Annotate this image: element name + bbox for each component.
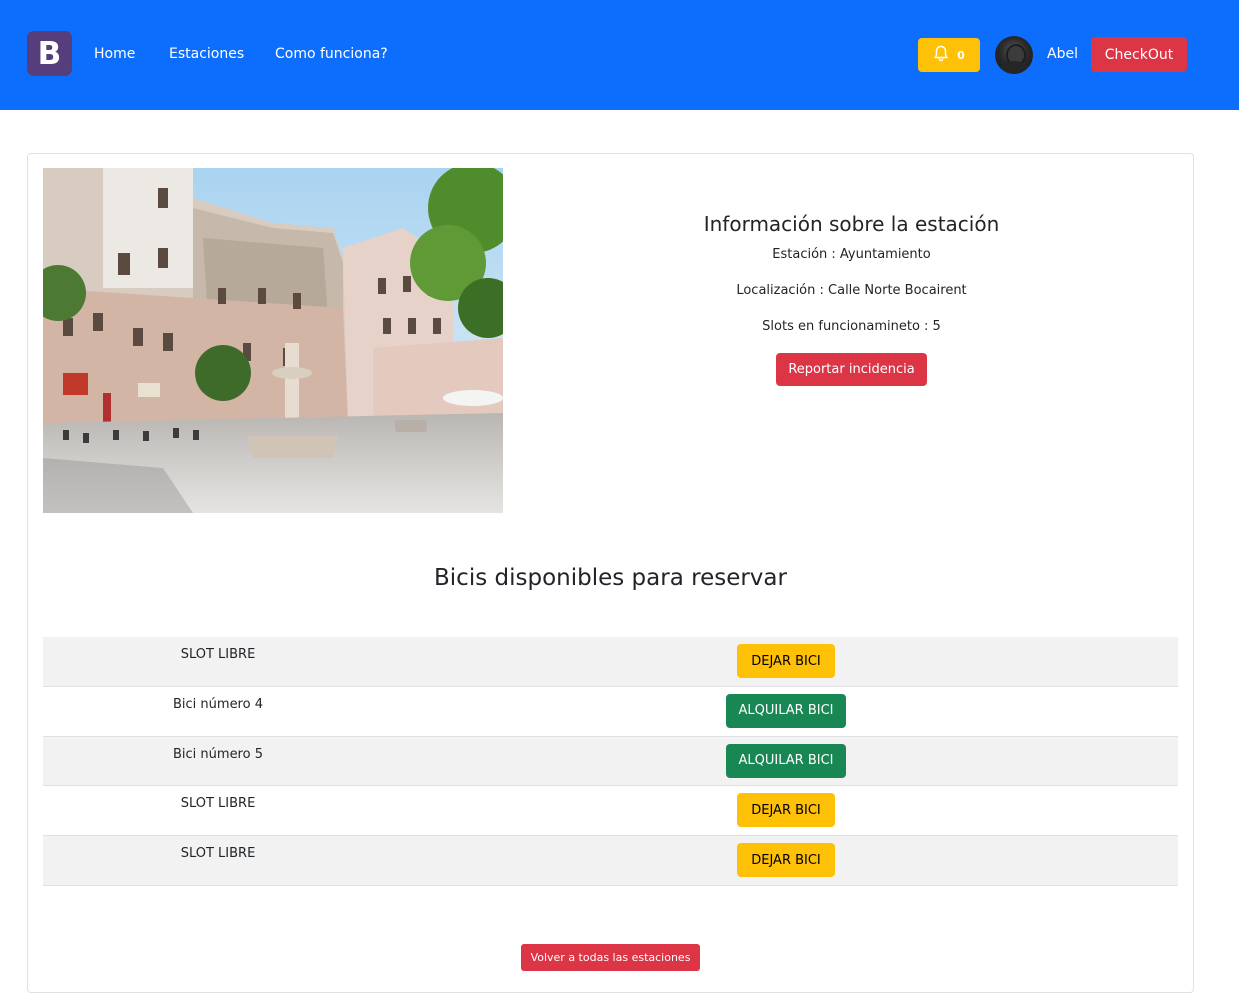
user-avatar[interactable] (995, 36, 1033, 74)
table-row: SLOT LIBRE DEJAR BICI (43, 836, 1178, 886)
brand-logo[interactable]: B (27, 31, 72, 76)
rent-bike-button[interactable]: ALQUILAR BICI (726, 743, 846, 778)
table-row: Bici número 5 ALQUILAR BICI (43, 736, 1178, 787)
table-row: SLOT LIBRE DEJAR BICI (43, 637, 1178, 687)
slot-label: SLOT LIBRE (180, 647, 256, 662)
station-info-title: Información sobre la estación (703, 212, 1000, 236)
notification-count-badge: 0 (957, 48, 965, 62)
station-photo (43, 168, 503, 513)
slot-label: SLOT LIBRE (180, 846, 256, 862)
nav-link-como-funciona[interactable]: Como funciona? (275, 45, 388, 63)
leave-bike-button[interactable]: DEJAR BICI (737, 793, 835, 828)
station-working-slots: Slots en funcionamineto : 5 (762, 319, 941, 334)
top-navbar: B Home Estaciones Como funciona? 0 Abel … (0, 0, 1239, 110)
back-to-stations-button[interactable]: Volver a todas las estaciones (521, 944, 700, 971)
bikes-section-title: Bicis disponibles para reservar (434, 565, 787, 591)
table-row: Bici número 4 ALQUILAR BICI (43, 687, 1178, 737)
slot-label: SLOT LIBRE (180, 796, 256, 812)
rent-bike-button[interactable]: ALQUILAR BICI (726, 693, 846, 728)
user-name[interactable]: Abel (1047, 45, 1078, 63)
checkout-button[interactable]: CheckOut (1091, 37, 1187, 72)
slot-label: Bici número 4 (173, 696, 263, 712)
nav-link-home[interactable]: Home (94, 45, 135, 63)
leave-bike-button[interactable]: DEJAR BICI (737, 843, 835, 878)
leave-bike-button[interactable]: DEJAR BICI (737, 644, 835, 678)
station-location: Localización : Calle Norte Bocairent (736, 283, 967, 298)
report-incident-button[interactable]: Reportar incidencia (776, 353, 927, 386)
nav-link-estaciones[interactable]: Estaciones (169, 45, 244, 63)
table-row: SLOT LIBRE DEJAR BICI (43, 786, 1178, 837)
notifications-button[interactable]: 0 (918, 38, 980, 72)
slot-label: Bici número 5 (173, 746, 263, 762)
slots-table: SLOT LIBRE DEJAR BICI Bici número 4 ALQU… (43, 637, 1178, 886)
bell-icon (933, 45, 949, 66)
station-name: Estación : Ayuntamiento (772, 247, 931, 262)
